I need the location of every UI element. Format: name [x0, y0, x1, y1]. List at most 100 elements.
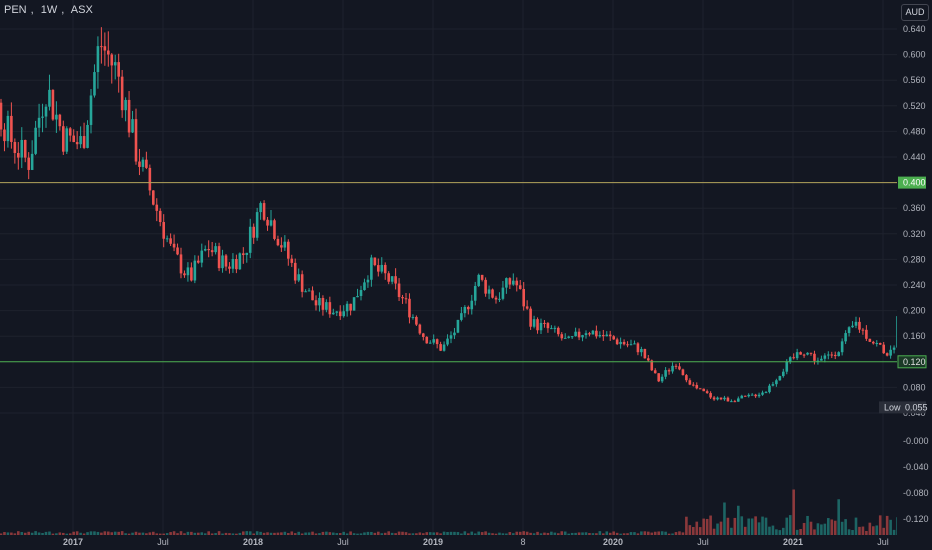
- volume-bar: [82, 533, 86, 535]
- volume-bar: [44, 531, 48, 535]
- volume-bar: [262, 532, 266, 535]
- candle-body: [425, 336, 429, 344]
- candle-body: [328, 302, 332, 315]
- price-tick-label: 0.440: [903, 152, 926, 162]
- candle-body: [660, 376, 664, 382]
- candle-body: [418, 324, 422, 334]
- volume-bar: [501, 533, 505, 535]
- candle-body: [242, 253, 245, 255]
- candle-body: [868, 338, 872, 342]
- candle-body: [51, 89, 55, 120]
- candle-body: [480, 274, 484, 280]
- candle-body: [653, 370, 657, 374]
- volume-bar: [325, 531, 328, 535]
- volume-bar: [273, 532, 276, 535]
- volume-bar: [127, 533, 131, 535]
- volume-bar: [861, 526, 865, 535]
- candle-body: [674, 365, 678, 367]
- volume-bar: [158, 533, 162, 535]
- volume-bar: [190, 531, 193, 535]
- volume-bar: [411, 533, 415, 535]
- candle-body: [169, 238, 172, 244]
- candle-body: [750, 394, 754, 396]
- candle-body: [380, 264, 384, 272]
- candle-body: [626, 344, 629, 346]
- volume-bar: [186, 531, 190, 535]
- volume-bar: [595, 533, 598, 535]
- currency-button[interactable]: AUD: [901, 4, 929, 21]
- candle-body: [55, 114, 58, 120]
- candle-body: [778, 376, 782, 381]
- volume-bar: [882, 527, 885, 535]
- volume-bar: [453, 531, 456, 535]
- volume-bar: [408, 533, 411, 535]
- volume-bar: [425, 532, 429, 535]
- candle-body: [806, 352, 809, 355]
- volume-bar: [422, 533, 425, 535]
- volume-tick-label: -0.040: [903, 462, 929, 472]
- volume-bar: [311, 531, 314, 535]
- candle-body: [446, 338, 449, 345]
- candle-body: [688, 380, 692, 385]
- candle-body: [373, 257, 377, 266]
- volume-bar: [397, 531, 401, 535]
- candle-body: [422, 333, 425, 337]
- volume-bar: [162, 533, 165, 535]
- volume-bar: [868, 522, 872, 535]
- candle-body: [318, 297, 321, 306]
- candle-body: [574, 331, 577, 337]
- candle-body: [830, 354, 834, 356]
- candle-body: [383, 264, 387, 274]
- price-tick-label: 0.520: [903, 101, 926, 111]
- volume-bar: [432, 532, 435, 535]
- volume-bar: [51, 533, 55, 535]
- candle-body: [190, 267, 193, 281]
- volume-bar: [131, 532, 134, 535]
- volume-bar: [872, 526, 875, 535]
- volume-bar: [68, 533, 72, 535]
- candle-body: [262, 203, 266, 220]
- volume-bar: [221, 533, 224, 535]
- candle-body: [162, 222, 165, 239]
- volume-bar: [0, 533, 3, 535]
- volume-bar: [761, 516, 764, 535]
- candle-body: [467, 306, 470, 310]
- volume-bar: [3, 532, 6, 535]
- candle-body: [463, 306, 467, 314]
- price-axis: 0.640 0.600 0.560 0.520 0.480 0.440 0.360 0.320…: [897, 0, 932, 550]
- candle-body: [598, 335, 602, 337]
- volume-bar: [605, 531, 609, 535]
- volume-bar: [602, 533, 605, 535]
- volume-bar: [833, 520, 837, 535]
- volume-bar: [636, 533, 640, 535]
- candle-body: [10, 115, 13, 142]
- candle-body: [508, 278, 512, 285]
- volume-bar: [193, 532, 197, 535]
- volume-bar: [854, 517, 858, 535]
- volume-bar: [823, 523, 827, 535]
- volume-bar: [290, 531, 294, 535]
- candle-body: [640, 348, 643, 353]
- candle-body: [231, 259, 235, 269]
- volume-bar: [716, 523, 719, 535]
- volume-bar: [709, 515, 712, 535]
- volume-bar: [664, 531, 667, 535]
- price-chart[interactable]: 0.640 0.600 0.560 0.520 0.480 0.440 0.360 0.320…: [0, 0, 932, 550]
- volume-bar: [543, 532, 546, 535]
- candle-body: [82, 136, 86, 148]
- time-tick-label: 8: [520, 537, 525, 547]
- volume-bar: [667, 533, 671, 535]
- candle-body: [764, 392, 768, 394]
- candle-body: [0, 102, 3, 130]
- candle-body: [408, 298, 411, 318]
- candle-body: [252, 226, 255, 238]
- volume-bar: [269, 532, 273, 535]
- volume-bar: [515, 531, 519, 535]
- candle-body: [401, 297, 404, 299]
- volume-bar: [858, 526, 861, 535]
- candle-body: [491, 289, 494, 298]
- volume-bar: [58, 532, 62, 535]
- volume-bar: [491, 533, 494, 535]
- volume-bar: [134, 531, 138, 535]
- volume-bar: [795, 529, 799, 535]
